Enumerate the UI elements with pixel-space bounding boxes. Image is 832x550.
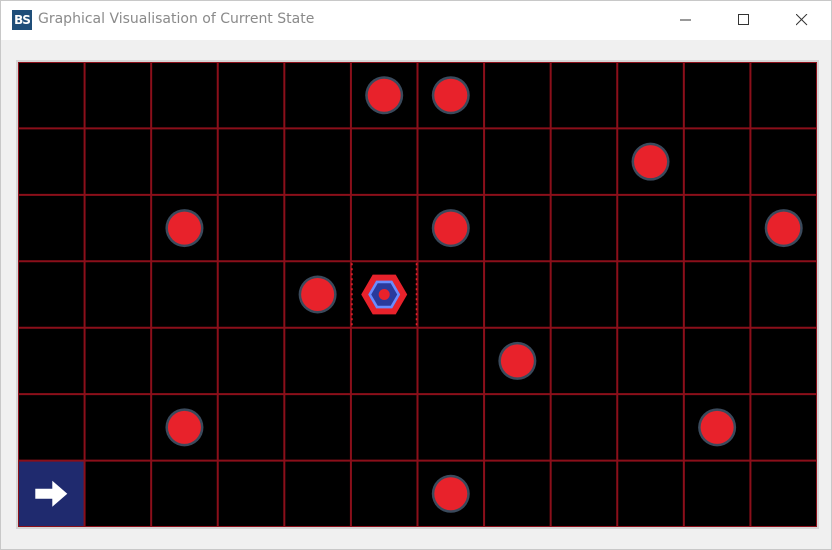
enemy-token [301,278,335,311]
enemy-token [700,410,734,444]
enemy-token [367,78,401,112]
enemy-token [767,211,801,245]
state-board[interactable] [18,62,817,527]
enemy-token [167,211,201,245]
maximize-button[interactable] [715,1,773,40]
agent-core [378,289,390,300]
client-area [1,41,831,549]
enemy-token [434,477,468,511]
app-logo-icon: BS [12,10,32,30]
title-bar[interactable]: BS Graphical Visualisation of Current St… [1,1,831,40]
enemy-token [434,78,468,112]
minimize-button[interactable] [657,1,715,40]
maximize-icon [738,14,749,25]
enemy-token [500,344,534,378]
enemy-token [434,211,468,245]
app-window: BS Graphical Visualisation of Current St… [0,0,832,550]
board-frame [16,60,819,529]
close-button[interactable] [773,1,831,40]
minimize-icon [680,19,691,21]
enemy-token [167,410,201,444]
enemy-token [634,145,668,179]
close-icon [796,14,808,26]
window-title: Graphical Visualisation of Current State [38,11,315,27]
